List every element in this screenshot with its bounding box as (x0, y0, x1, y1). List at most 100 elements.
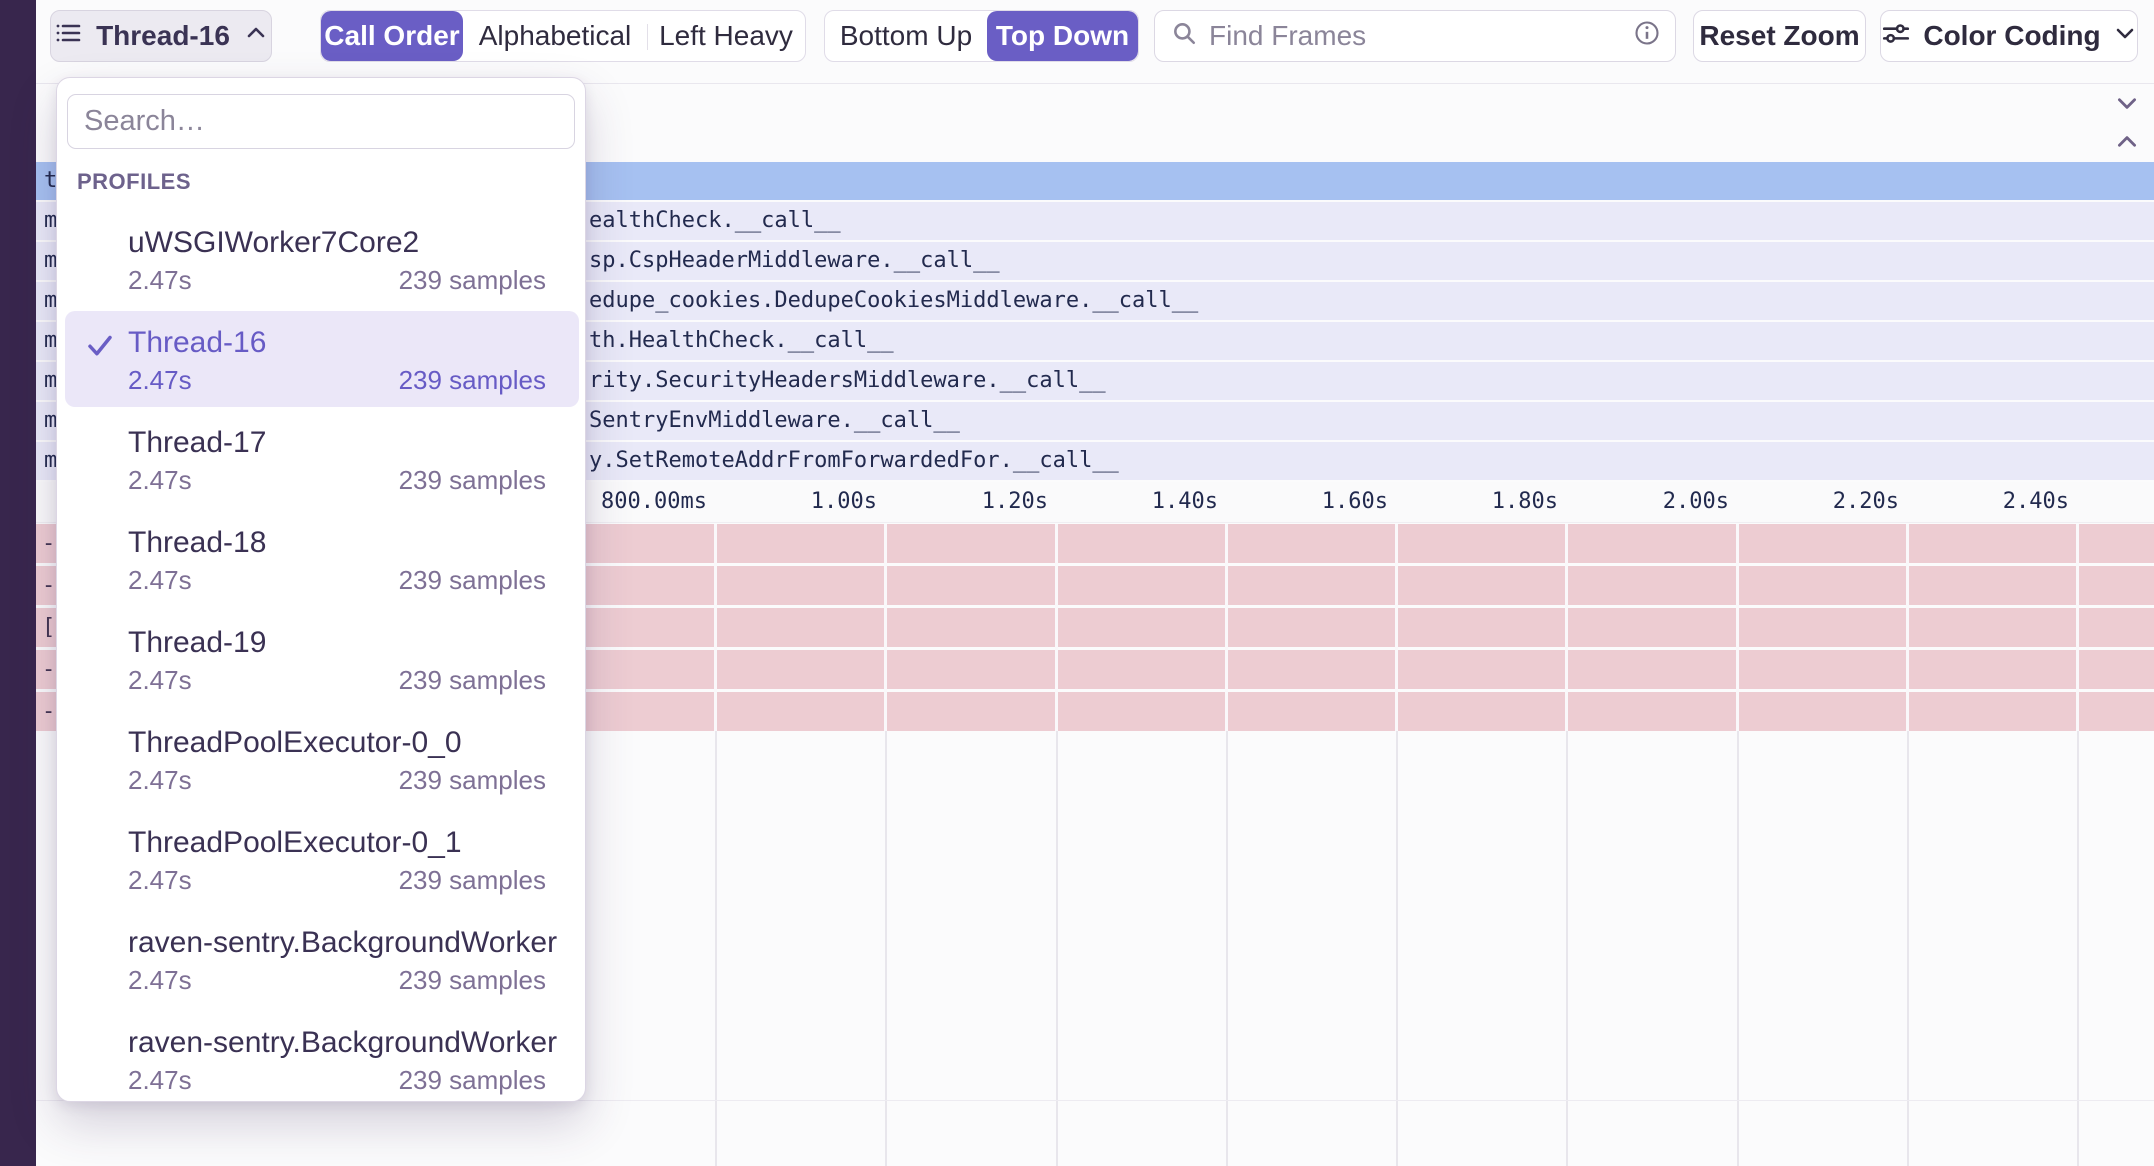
toolbar: Thread-16 Call Order Alphabetical Left Hea… (36, 0, 2154, 84)
find-frames-box (1154, 10, 1676, 62)
axis-tick-label: 2.20s (1833, 482, 1899, 522)
axis-tick-label: 2.00s (1663, 482, 1729, 522)
profiles-section-label: PROFILES (77, 169, 191, 195)
chevron-up-icon[interactable] (2114, 129, 2140, 155)
profile-duration: 2.47s (128, 1065, 192, 1095)
profile-samples: 239 samples (399, 665, 546, 695)
frame-text: y.SetRemoteAddrFromForwardedFor.__call__ (589, 442, 1119, 480)
frame-text-fragment: - (42, 566, 55, 605)
find-frames-input[interactable] (1207, 19, 1591, 53)
color-coding-label: Color Coding (1923, 20, 2100, 52)
tab-top-down[interactable]: Top Down (987, 11, 1138, 61)
axis-tick-label: 1.40s (1152, 482, 1218, 522)
time-gridline (1055, 524, 1058, 731)
time-gridline (884, 524, 887, 731)
chevron-down-icon (2113, 20, 2137, 52)
profile-samples: 239 samples (399, 1065, 546, 1095)
tab-label: Bottom Up (840, 20, 972, 52)
left-sidebar-strip (0, 0, 36, 1166)
thread-dropdown-panel: PROFILES uWSGIWorker7Core2 2.47s 239 sampl… (56, 77, 586, 1102)
profile-duration: 2.47s (128, 665, 192, 695)
profile-stats: 2.47s 239 samples (128, 765, 546, 795)
profile-stats: 2.47s 239 samples (128, 365, 546, 395)
segment-divider (647, 24, 648, 50)
profile-name: Thread-19 (128, 625, 548, 661)
tab-bottom-up[interactable]: Bottom Up (825, 11, 987, 61)
search-icon (1171, 20, 1197, 53)
profile-name: uWSGIWorker7Core2 (128, 225, 548, 261)
profile-name: raven-sentry.BackgroundWorker (128, 925, 548, 961)
profile-stats: 2.47s 239 samples (128, 265, 546, 295)
axis-tick-label: 1.80s (1492, 482, 1558, 522)
profile-stats: 2.47s 239 samples (128, 665, 546, 695)
frame-text: SentryEnvMiddleware.__call__ (589, 402, 960, 440)
tab-alphabetical[interactable]: Alphabetical (463, 11, 647, 61)
time-gridline (1225, 524, 1228, 731)
time-gridline (1736, 524, 1739, 731)
frame-text: th.HealthCheck.__call__ (589, 322, 894, 360)
dropdown-search-input[interactable] (67, 94, 575, 149)
time-gridline (1395, 524, 1398, 731)
time-gridline (1906, 524, 1909, 731)
time-gridline (2076, 524, 2079, 731)
axis-tick-label: 1.00s (811, 482, 877, 522)
profile-duration: 2.47s (128, 765, 192, 795)
axis-tick-label: 2.40s (2003, 482, 2069, 522)
chevron-up-icon (244, 20, 268, 52)
sliders-icon (1881, 18, 1911, 55)
direction-tabs: Bottom Up Top Down (824, 10, 1139, 62)
profile-stats: 2.47s 239 samples (128, 865, 546, 895)
profile-samples: 239 samples (399, 765, 546, 795)
profile-samples: 239 samples (399, 965, 546, 995)
profile-samples: 239 samples (399, 265, 546, 295)
profile-name: ThreadPoolExecutor-0_0 (128, 725, 548, 761)
profile-name: Thread-16 (128, 325, 548, 361)
frame-text-fragment: - (42, 524, 55, 563)
info-icon[interactable] (1633, 19, 1661, 54)
frame-text-fragment: - (42, 650, 55, 689)
profile-stats: 2.47s 239 samples (128, 465, 546, 495)
sort-order-tabs: Call Order Alphabetical Left Heavy (320, 10, 806, 62)
tab-label: Alphabetical (479, 20, 632, 52)
profile-samples: 239 samples (399, 865, 546, 895)
profile-name: Thread-17 (128, 425, 548, 461)
list-icon (54, 19, 82, 54)
profile-duration: 2.47s (128, 965, 192, 995)
frame-text: edupe_cookies.DedupeCookiesMiddleware.__… (589, 282, 1198, 320)
profile-stats: 2.47s 239 samples (128, 965, 546, 995)
chevron-down-icon[interactable] (2114, 90, 2140, 116)
profile-name: ThreadPoolExecutor-0_1 (128, 825, 548, 861)
time-gridline (1565, 524, 1568, 731)
profile-duration: 2.47s (128, 465, 192, 495)
thread-selector-button[interactable]: Thread-16 (50, 10, 272, 62)
profile-samples: 239 samples (399, 465, 546, 495)
axis-tick-label: 1.20s (982, 482, 1048, 522)
checkmark-icon (85, 330, 115, 360)
profile-duration: 2.47s (128, 365, 192, 395)
thread-selector-label: Thread-16 (96, 20, 230, 52)
tab-label: Left Heavy (659, 20, 793, 52)
reset-zoom-label: Reset Zoom (1699, 20, 1859, 52)
frame-text: ealthCheck.__call__ (589, 202, 841, 240)
tab-left-heavy[interactable]: Left Heavy (647, 11, 805, 61)
tab-label: Call Order (324, 20, 459, 52)
color-coding-button[interactable]: Color Coding (1880, 10, 2138, 62)
frame-text-fragment: - (42, 692, 55, 731)
profile-name: raven-sentry.BackgroundWorker (128, 1025, 548, 1061)
tab-call-order[interactable]: Call Order (321, 11, 463, 61)
profiler-app: t mealthCheck.__call__msp.CspHeaderMiddl… (0, 0, 2154, 1166)
frame-text-fragment: [ (42, 608, 55, 647)
reset-zoom-button[interactable]: Reset Zoom (1693, 10, 1866, 62)
frame-text: sp.CspHeaderMiddleware.__call__ (589, 242, 1000, 280)
profile-stats: 2.47s 239 samples (128, 565, 546, 595)
profile-duration: 2.47s (128, 865, 192, 895)
profile-stats: 2.47s 239 samples (128, 1065, 546, 1095)
profile-samples: 239 samples (399, 565, 546, 595)
profile-name: Thread-18 (128, 525, 548, 561)
tab-label: Top Down (996, 20, 1129, 52)
profile-duration: 2.47s (128, 265, 192, 295)
profile-duration: 2.47s (128, 565, 192, 595)
profile-samples: 239 samples (399, 365, 546, 395)
axis-tick-label: 800.00ms (601, 482, 707, 522)
time-gridline (714, 524, 717, 731)
